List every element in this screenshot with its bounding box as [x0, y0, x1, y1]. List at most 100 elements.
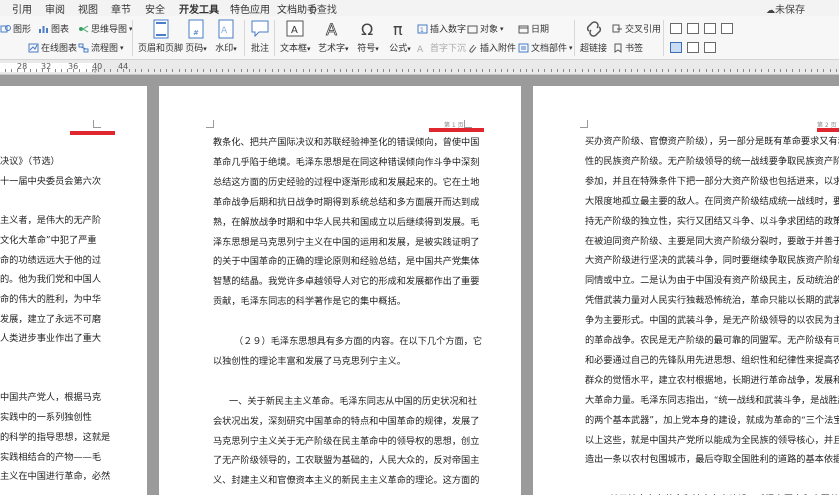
design-mode-button[interactable]	[670, 42, 682, 53]
ruler-tick	[259, 69, 261, 72]
ruler-tick	[234, 69, 236, 72]
ruler-tick	[711, 69, 713, 72]
ruler-tick	[742, 69, 744, 72]
watermark-button[interactable]: A 水印▾	[215, 19, 237, 54]
text-line: 的革命战争。农民是无产阶级的最可靠的同盟军。无产阶级有可能	[585, 335, 839, 346]
textbox-icon: A	[284, 19, 306, 39]
header-footer-button[interactable]: 页眉和页脚	[138, 19, 183, 54]
indent-marker-icon[interactable]: ▿	[93, 66, 97, 75]
ruler-tick	[532, 69, 533, 72]
ruler-tick	[364, 69, 366, 72]
shape-button[interactable]: 图形	[0, 22, 31, 35]
form-properties-button[interactable]	[687, 42, 699, 53]
horizontal-ruler[interactable]: 28 32 36 40 44 ▿	[0, 60, 839, 75]
symbol-button[interactable]: Ω 符号▾	[357, 19, 379, 54]
text-line: 贡献，毛泽东同志的科学著作是它的集中概括。	[213, 296, 406, 308]
ruler-tick	[501, 69, 502, 72]
ruler-tick	[271, 69, 273, 72]
unsaved-status[interactable]: ☁未保存	[766, 1, 805, 16]
shape-label: 图形	[13, 25, 32, 35]
drop-cap-icon: A	[417, 43, 428, 55]
insert-number-button[interactable]: 1 插入数字	[417, 22, 466, 35]
ruler-tick	[352, 69, 354, 72]
dropdown-icon: ▾	[345, 45, 349, 53]
form-checkbox-button[interactable]	[670, 23, 682, 34]
textbox-button[interactable]: A 文本框▾	[280, 19, 311, 54]
form-option-button[interactable]	[721, 23, 733, 34]
date-button[interactable]: 日期	[518, 22, 549, 35]
text-line: 以上这些，就是中国共产党所以能成为全民族的领导核心，并且开	[585, 434, 839, 446]
ruler-tick	[129, 69, 130, 72]
online-chart-button[interactable]: 在线图表	[28, 41, 77, 54]
ruler-tick	[98, 69, 99, 72]
text-line: 的关于中国革命的正确的理论原则和经验总结，是中国共产党集体	[213, 256, 480, 268]
form-text-button[interactable]	[687, 23, 699, 34]
tab-developer[interactable]: 开发工具	[179, 1, 219, 18]
tab-special-apps[interactable]: 特色应用	[230, 1, 270, 16]
tab-security[interactable]: 安全	[145, 1, 165, 16]
document-page-right[interactable]: 第 2 页 买办资产阶级、官僚资产阶级），另一部分是既有革命要求又有动摇 性的民族…	[533, 86, 839, 495]
document-page-left[interactable]: 决议》（节选） 十一届中央委员会第六次 主义者，是伟大的无产阶 文化大革命”中犯了严重…	[0, 86, 147, 495]
flowchart-button[interactable]: 流程图 ▾	[78, 41, 124, 54]
document-page-middle[interactable]: 第 1 页 教条化、把共产国际决议和苏联经验神圣化的错误倾向，曾使中国 革命几乎陷…	[159, 86, 521, 495]
formula-button[interactable]: π 公式▾	[389, 19, 411, 54]
mindmap-icon	[78, 24, 89, 34]
flowchart-label: 流程图	[91, 44, 119, 54]
ruler-tick	[67, 69, 68, 72]
dropdown-icon: ▾	[569, 43, 573, 52]
ribbon-separator	[274, 20, 275, 56]
ruler-tick	[333, 69, 335, 72]
text-line: 命的功绩远远大于他的过	[0, 254, 102, 266]
ruler-tick	[277, 69, 279, 72]
form-list-button[interactable]	[704, 42, 716, 53]
text-line: 人类进步事业作出了重大	[0, 333, 102, 345]
ruler-tick	[625, 69, 626, 72]
ruler-tick	[755, 69, 757, 72]
text-line: 凭借武装力量对人民实行独裁恐怖统治，革命只能以长期的武装斗	[585, 295, 839, 307]
insert-attachment-button[interactable]: 插入附件	[467, 41, 516, 54]
ruler-tick	[718, 69, 719, 72]
pi-icon: π	[389, 19, 411, 39]
form-combo-button[interactable]	[704, 23, 716, 34]
tab-view[interactable]: 视图	[78, 1, 98, 16]
text-line: 和必要通过自己的先锋队用先进思想、组织性和纪律性来提高农民	[585, 354, 839, 366]
wordart-button[interactable]: A 艺术字▾	[318, 19, 349, 54]
text-line: 的科学的指导思想，这就是	[0, 431, 111, 443]
svg-text:A: A	[326, 20, 337, 39]
ruler-tick	[724, 69, 726, 72]
ruler-tick	[780, 69, 781, 72]
page-number-button[interactable]: # 页码▾	[185, 19, 207, 54]
tab-review[interactable]: 审阅	[45, 1, 65, 16]
crop-mark	[206, 120, 214, 128]
ruler-tick	[538, 69, 540, 72]
tab-section[interactable]: 章节	[111, 1, 131, 16]
ruler-tick	[631, 69, 633, 72]
text-line: 义、封建主义和官僚资本主义的新民主主义革命的理论。这方面的	[213, 475, 480, 487]
ruler-tick	[656, 69, 657, 72]
ruler-tick	[401, 69, 403, 72]
first-drop-button[interactable]: A 首字下沉	[417, 41, 466, 55]
cross-ref-button[interactable]: 交叉引用	[612, 22, 661, 35]
hyperlink-button[interactable]: 超链接	[580, 19, 607, 54]
cross-ref-label: 交叉引用	[625, 25, 662, 35]
object-button[interactable]: 对象 ▾	[467, 22, 504, 35]
bookmark-button[interactable]: 书签	[612, 41, 643, 54]
comment-button[interactable]: 批注	[249, 19, 271, 54]
text-line: 革命几乎陷于绝境。毛泽东思想是在同这种错误倾向作斗争中深刻	[213, 156, 480, 168]
ruler-tick	[122, 69, 124, 72]
ruler-tick	[432, 69, 434, 72]
number-icon: 1	[417, 24, 428, 34]
tab-references[interactable]: 引用	[12, 1, 32, 16]
online-chart-icon	[28, 43, 39, 53]
ruler-tick	[804, 69, 806, 72]
ruler-tick	[600, 69, 602, 72]
page-number-icon: #	[185, 19, 207, 39]
doc-parts-button[interactable]: 文档部件 ▾	[518, 41, 573, 54]
search-button[interactable]: Q查找	[309, 1, 337, 16]
ruler-tick	[457, 69, 459, 72]
textbox-label: 文本框	[280, 44, 308, 54]
mindmap-button[interactable]: 思维导图 ▾	[78, 22, 133, 35]
chart-button[interactable]: 图表	[38, 22, 69, 35]
ruler-tick	[680, 69, 682, 72]
ruler-tick	[48, 69, 50, 72]
